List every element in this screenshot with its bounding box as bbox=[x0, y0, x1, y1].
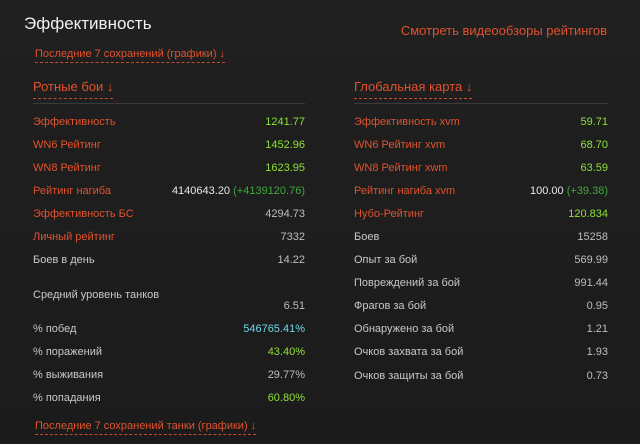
stat-value: 0.73 bbox=[586, 369, 608, 382]
stat-row: Фрагов за бой 0.95 bbox=[354, 295, 608, 318]
stat-label[interactable]: WN8 Рейтинг bbox=[33, 161, 101, 175]
stat-label[interactable]: WN8 Рейтинг xwm bbox=[354, 161, 448, 175]
stat-row: Средний уровень танков 6.51 bbox=[33, 272, 305, 318]
stat-row: WN8 Рейтинг xwm 63.59 bbox=[354, 156, 608, 179]
stat-row: WN6 Рейтинг xvm 68.70 bbox=[354, 133, 608, 156]
video-reviews-link[interactable]: Смотреть видеообзоры рейтингов bbox=[401, 23, 607, 38]
stat-value: 1.21 bbox=[586, 323, 608, 336]
tank-history-charts-link[interactable]: Последние 7 сохранений танки (графики) ↓ bbox=[35, 419, 257, 435]
stat-row: Боев в день 14.22 bbox=[33, 249, 305, 272]
stat-value: 569.99 bbox=[574, 254, 608, 267]
stat-value: 4140643.20 bbox=[171, 184, 231, 197]
stat-row: WN6 Рейтинг 1452.96 bbox=[33, 133, 305, 156]
stat-label: Боев bbox=[354, 231, 380, 244]
stat-value-group: 4140643.20 (+4139120.76) bbox=[172, 185, 305, 197]
stat-value: 29.77% bbox=[267, 369, 305, 382]
page-title: Эффективность bbox=[24, 14, 152, 33]
stat-label: Очков захвата за бой bbox=[354, 346, 464, 359]
global-map-section: Глобальная карта ↓ Эффективность xvm 59.… bbox=[354, 78, 608, 387]
stat-row: Эффективность 1241.77 bbox=[33, 110, 305, 133]
stat-row: Боев 15258 bbox=[354, 225, 608, 248]
stat-value: 6.51 bbox=[283, 299, 305, 312]
stat-row: Обнаружено за бой 1.21 bbox=[354, 318, 608, 341]
stat-value: 43.40% bbox=[267, 346, 305, 359]
stat-row: WN8 Рейтинг 1623.95 bbox=[33, 156, 305, 179]
stat-label[interactable]: Рейтинг нагиба bbox=[33, 184, 111, 198]
stat-value: 14.22 bbox=[277, 254, 305, 267]
company-battles-toggle[interactable]: Ротные бои ↓ bbox=[33, 79, 114, 99]
stat-value: 0.95 bbox=[586, 300, 608, 313]
efficiency-panel: Эффективность Смотреть видеообзоры рейти… bbox=[0, 0, 640, 444]
stat-row: Рейтинг нагиба 4140643.20 (+4139120.76) bbox=[33, 179, 305, 202]
stat-value: 7332 bbox=[280, 231, 305, 244]
stat-row: Эффективность БС 4294.73 bbox=[33, 202, 305, 225]
stat-value: 1452.96 bbox=[265, 138, 305, 151]
stat-row: % поражений 43.40% bbox=[33, 341, 305, 364]
stat-label[interactable]: Нубо-Рейтинг bbox=[354, 207, 424, 221]
stat-value: 60.80% bbox=[267, 392, 305, 405]
stat-label: Боев в день bbox=[33, 254, 95, 267]
stat-value: 63.59 bbox=[580, 161, 608, 174]
stat-delta: (+4139120.76) bbox=[233, 184, 305, 197]
stat-value: 1241.77 bbox=[265, 115, 305, 128]
stat-value: 68.70 bbox=[580, 138, 608, 151]
history-charts-link[interactable]: Последние 7 сохранений (графики) ↓ bbox=[35, 47, 226, 63]
stat-value: 100.00 bbox=[530, 184, 564, 197]
stat-value: 59.71 bbox=[580, 115, 608, 128]
stat-label: Опыт за бой bbox=[354, 254, 418, 267]
stat-label: Средний уровень танков bbox=[33, 288, 160, 301]
stat-label: Фрагов за бой bbox=[354, 300, 427, 313]
stat-label: % выживания bbox=[33, 369, 104, 382]
stat-label[interactable]: Эффективность БС bbox=[33, 207, 134, 221]
stat-label: % попадания bbox=[33, 392, 101, 405]
stat-label: % поражений bbox=[33, 346, 102, 359]
section-divider bbox=[354, 103, 608, 104]
stat-label: % побед bbox=[33, 323, 77, 336]
stat-value: 120.834 bbox=[568, 207, 608, 220]
stat-label[interactable]: Личный рейтинг bbox=[33, 230, 115, 244]
stat-label: Повреждений за бой bbox=[354, 277, 461, 290]
stat-value: 1623.95 bbox=[265, 161, 305, 174]
stat-row: % попадания 60.80% bbox=[33, 387, 305, 410]
stat-row: Нубо-Рейтинг 120.834 bbox=[354, 202, 608, 225]
stat-label[interactable]: Эффективность xvm bbox=[354, 115, 460, 129]
stat-value: 546765.41% bbox=[243, 323, 305, 336]
stat-label: Очков защиты за бой bbox=[354, 369, 464, 382]
stat-label: Обнаружено за бой bbox=[354, 323, 455, 336]
stat-value: 1.93 bbox=[586, 346, 608, 359]
stat-row: % побед 546765.41% bbox=[33, 318, 305, 341]
stat-value: 15258 bbox=[577, 231, 608, 244]
stat-row: Личный рейтинг 7332 bbox=[33, 225, 305, 248]
stat-label[interactable]: Эффективность bbox=[33, 115, 116, 129]
stat-delta: (+39.38) bbox=[566, 184, 608, 197]
stat-label[interactable]: WN6 Рейтинг xvm bbox=[354, 138, 445, 152]
stat-row: Эффективность xvm 59.71 bbox=[354, 110, 608, 133]
stat-row: Опыт за бой 569.99 bbox=[354, 249, 608, 272]
stat-value: 4294.73 bbox=[265, 207, 305, 220]
stat-value-group: 100.00 (+39.38) bbox=[530, 185, 608, 197]
stat-value: 991.44 bbox=[574, 277, 608, 290]
global-map-toggle[interactable]: Глобальная карта ↓ bbox=[354, 79, 473, 99]
stat-label[interactable]: WN6 Рейтинг bbox=[33, 138, 101, 152]
stat-row: Рейтинг нагиба xvm 100.00 (+39.38) bbox=[354, 179, 608, 202]
stat-row: % выживания 29.77% bbox=[33, 364, 305, 387]
stat-row: Очков захвата за бой 1.93 bbox=[354, 341, 608, 364]
stat-label[interactable]: Рейтинг нагиба xvm bbox=[354, 184, 455, 198]
section-divider bbox=[33, 103, 305, 104]
stat-row: Очков защиты за бой 0.73 bbox=[354, 364, 608, 387]
stat-row: Повреждений за бой 991.44 bbox=[354, 272, 608, 295]
company-battles-section: Ротные бои ↓ Эффективность 1241.77 WN6 Р… bbox=[33, 78, 305, 410]
